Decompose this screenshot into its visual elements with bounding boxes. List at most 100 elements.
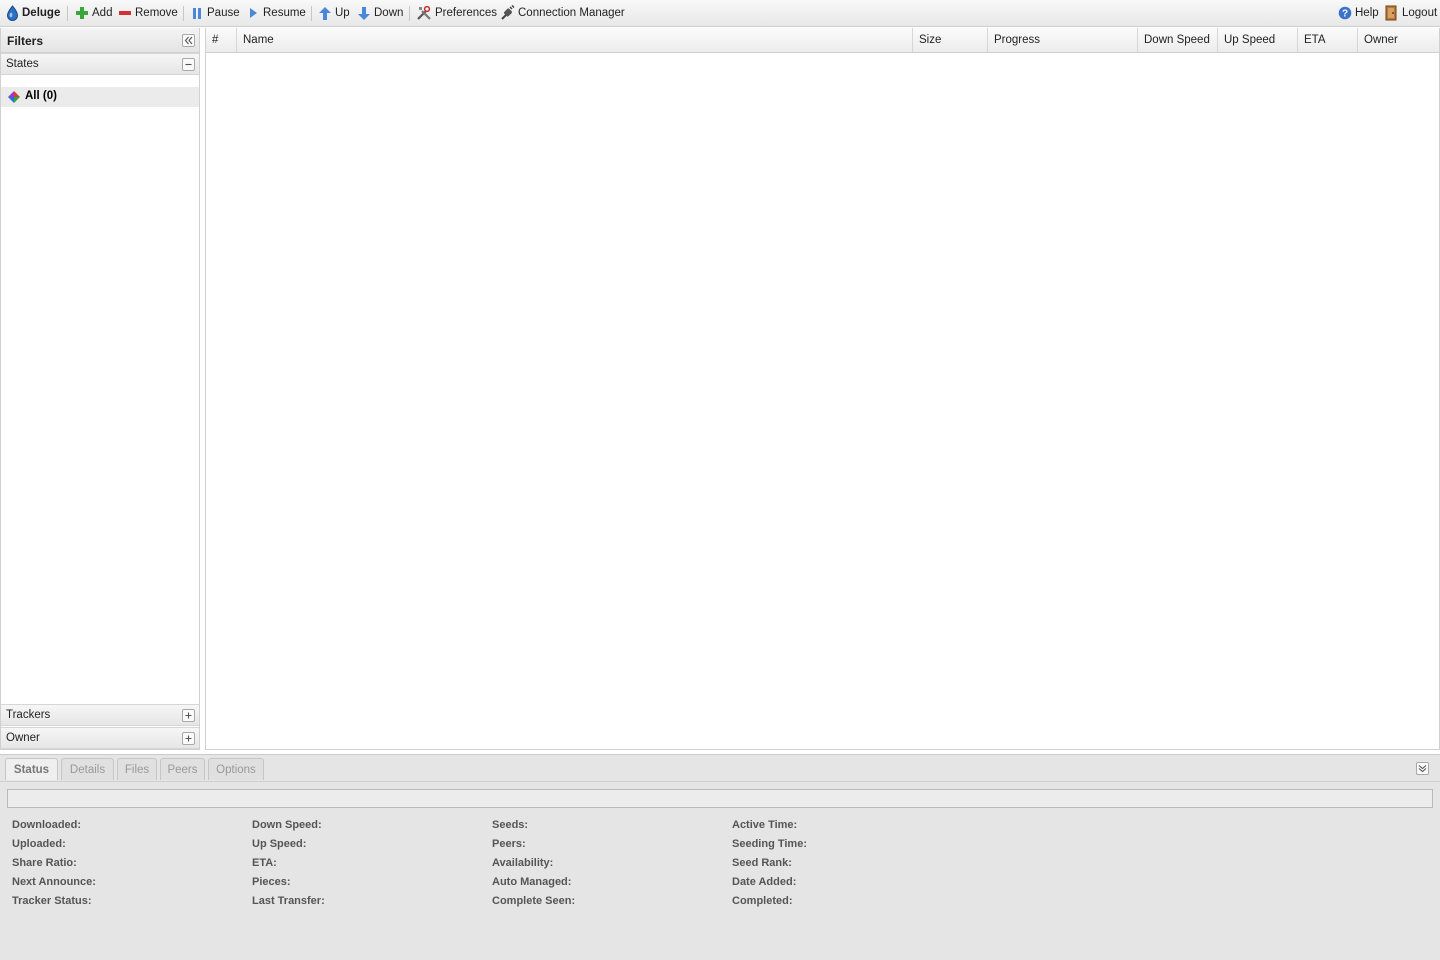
state-all-item[interactable]: All (0) [1, 87, 199, 107]
grid-body[interactable] [206, 52, 1439, 748]
column-header-size[interactable]: Size [913, 28, 988, 52]
availability-label: Availability: [492, 857, 554, 869]
resume-button[interactable]: Resume [247, 4, 306, 22]
eta-label: ETA: [252, 857, 277, 869]
door-exit-icon [1385, 5, 1397, 21]
share-ratio-label: Share Ratio: [12, 857, 77, 869]
column-header-owner[interactable]: Owner [1358, 28, 1439, 52]
up-label: Up [335, 7, 350, 19]
trackers-label: Trackers [6, 709, 51, 721]
date-added-label: Date Added: [732, 876, 797, 888]
logout-button[interactable]: Logout [1384, 4, 1437, 22]
down-speed-label: Down Speed: [252, 819, 322, 831]
owner-label: Owner [6, 732, 40, 744]
seed-rank-label: Seed Rank: [732, 857, 792, 869]
toolbar: Deluge Add Remove Pause Resume Up Down P… [0, 0, 1440, 27]
preferences-button[interactable]: Preferences [416, 4, 497, 22]
column-header-progress[interactable]: Progress [988, 28, 1138, 52]
filters-title: Filters [7, 34, 44, 48]
peers-label: Peers: [492, 838, 526, 850]
tab-status[interactable]: Status [5, 758, 58, 780]
add-label: Add [92, 7, 113, 19]
help-icon: ? [1338, 6, 1352, 20]
grid-header: # Name Size Progress Down Speed Up Speed… [206, 28, 1439, 53]
column-header-eta[interactable]: ETA [1298, 28, 1358, 52]
tab-files[interactable]: Files [117, 758, 157, 780]
collapse-states-button[interactable] [182, 58, 195, 71]
filters-header: Filters [1, 28, 199, 53]
connection-manager-label: Connection Manager [518, 7, 625, 19]
deluge-logo-icon [6, 5, 19, 21]
column-header-up-speed[interactable]: Up Speed [1218, 28, 1298, 52]
completed-label: Completed: [732, 895, 793, 907]
down-label: Down [374, 7, 404, 19]
seeding-time-label: Seeding Time: [732, 838, 807, 850]
arrow-up-icon [319, 6, 331, 20]
up-speed-label: Up Speed: [252, 838, 307, 850]
svg-text:?: ? [1342, 9, 1348, 20]
remove-label: Remove [135, 7, 178, 19]
tracker-status-label: Tracker Status: [12, 895, 92, 907]
tab-details[interactable]: Details [61, 758, 114, 780]
toolbar-divider [67, 6, 68, 21]
pause-label: Pause [207, 7, 240, 19]
help-label: Help [1355, 7, 1379, 19]
remove-button[interactable]: Remove [118, 4, 178, 22]
queue-up-button[interactable]: Up [318, 4, 350, 22]
state-all-label: All (0) [25, 90, 57, 102]
plus-small-icon [185, 735, 192, 742]
expand-owner-button[interactable] [182, 732, 195, 745]
column-header-number[interactable]: # [206, 28, 237, 52]
toolbar-divider [183, 6, 184, 21]
pause-icon [193, 8, 201, 19]
states-panel-header[interactable]: States [1, 53, 199, 75]
plus-small-icon [185, 712, 192, 719]
all-states-icon [8, 91, 20, 103]
toolbar-divider [311, 6, 312, 21]
pieces-label: Pieces: [252, 876, 291, 888]
downloaded-label: Downloaded: [12, 819, 82, 831]
active-time-label: Active Time: [732, 819, 798, 831]
expand-trackers-button[interactable] [182, 709, 195, 722]
queue-down-button[interactable]: Down [357, 4, 403, 22]
pause-button[interactable]: Pause [191, 4, 240, 22]
tab-strip-divider [0, 781, 1440, 782]
last-transfer-label: Last Transfer: [252, 895, 325, 907]
double-chevron-down-icon [1418, 765, 1427, 773]
play-icon [250, 8, 257, 18]
plus-icon [76, 7, 88, 19]
logout-label: Logout [1402, 7, 1438, 19]
collapse-sidebar-button[interactable] [182, 34, 195, 47]
tab-options[interactable]: Options [208, 758, 264, 780]
column-header-down-speed[interactable]: Down Speed [1138, 28, 1218, 52]
app-title: Deluge [22, 7, 61, 19]
plug-icon [501, 5, 515, 20]
next-announce-label: Next Announce: [12, 876, 96, 888]
help-button[interactable]: ? Help [1338, 4, 1379, 22]
tools-icon [417, 5, 431, 20]
double-chevron-left-icon [184, 36, 193, 45]
resume-label: Resume [263, 7, 306, 19]
seeds-label: Seeds: [492, 819, 529, 831]
toolbar-divider [409, 6, 410, 21]
torrent-grid: # Name Size Progress Down Speed Up Speed… [205, 28, 1440, 750]
add-button[interactable]: Add [75, 4, 112, 22]
deluge-brand: Deluge [6, 4, 60, 22]
collapse-details-button[interactable] [1416, 762, 1429, 775]
filters-sidebar: Filters States All (0) Trackers Owner [0, 28, 200, 750]
preferences-label: Preferences [435, 7, 498, 19]
minus-small-icon [185, 63, 192, 66]
minus-icon [119, 11, 131, 15]
states-label: States [6, 58, 39, 70]
trackers-panel-header[interactable]: Trackers [1, 704, 199, 726]
connection-manager-button[interactable]: Connection Manager [500, 4, 625, 22]
torrent-progress-bar [7, 789, 1433, 808]
owner-panel-header[interactable]: Owner [1, 727, 199, 749]
arrow-down-icon [358, 6, 370, 20]
tab-peers[interactable]: Peers [160, 758, 205, 780]
auto-managed-label: Auto Managed: [492, 876, 572, 888]
complete-seen-label: Complete Seen: [492, 895, 576, 907]
details-panel: Status Details Files Peers Options Downl… [0, 754, 1440, 960]
uploaded-label: Uploaded: [12, 838, 66, 850]
column-header-name[interactable]: Name [237, 28, 913, 52]
